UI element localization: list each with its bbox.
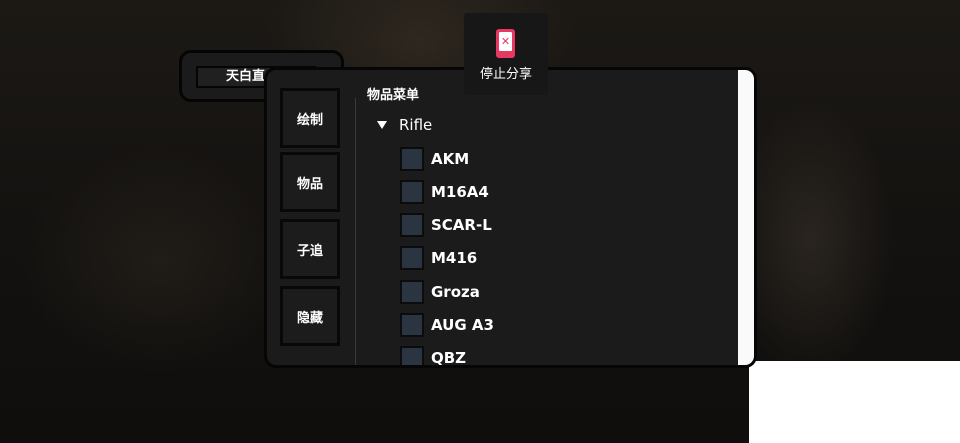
panel-divider bbox=[355, 98, 356, 365]
list-item-qbz[interactable]: QBZ bbox=[400, 344, 467, 367]
item-label: M16A4 bbox=[431, 183, 489, 201]
phone-stop-icon: ✕ bbox=[496, 29, 515, 58]
item-label: M416 bbox=[431, 249, 478, 267]
tab-bullet-track[interactable]: 子追 bbox=[280, 219, 340, 279]
checkbox[interactable] bbox=[400, 246, 424, 270]
item-label: AKM bbox=[431, 150, 470, 168]
list-item-scar-l[interactable]: SCAR-L bbox=[400, 211, 492, 239]
item-label: QBZ bbox=[431, 349, 467, 367]
list-item-m416[interactable]: M416 bbox=[400, 244, 477, 272]
category-rifle[interactable]: Rifle bbox=[377, 114, 432, 136]
list-item-aug-a3[interactable]: AUG A3 bbox=[400, 311, 494, 339]
checkbox[interactable] bbox=[400, 180, 424, 204]
scrollbar[interactable] bbox=[738, 70, 754, 365]
checkbox[interactable] bbox=[400, 213, 424, 237]
blank-area bbox=[749, 361, 960, 443]
item-menu-title: 物品菜单 bbox=[367, 88, 420, 103]
checkbox[interactable] bbox=[400, 147, 424, 171]
stop-sharing-label: 停止分享 bbox=[479, 67, 532, 82]
tab-draw[interactable]: 绘制 bbox=[280, 88, 340, 148]
triangle-down-icon bbox=[377, 121, 387, 129]
list-item-groza[interactable]: Groza bbox=[400, 278, 480, 306]
checkbox[interactable] bbox=[400, 313, 424, 337]
tab-hide[interactable]: 隐藏 bbox=[280, 286, 340, 346]
checkbox[interactable] bbox=[400, 280, 424, 304]
item-label: SCAR-L bbox=[431, 216, 492, 234]
item-label: Groza bbox=[431, 283, 480, 301]
list-item-akm[interactable]: AKM bbox=[400, 145, 469, 173]
tab-items[interactable]: 物品 bbox=[280, 152, 340, 212]
item-label: AUG A3 bbox=[431, 316, 494, 334]
stop-sharing-button[interactable]: ✕ 停止分享 bbox=[464, 13, 548, 95]
checkbox[interactable] bbox=[400, 346, 424, 365]
menu-panel: 绘制 物品 子追 隐藏 物品菜单 Rifle AKM M16A4 SCAR-L … bbox=[264, 67, 757, 368]
category-label: Rifle bbox=[399, 116, 433, 134]
list-item-m16a4[interactable]: M16A4 bbox=[400, 178, 489, 206]
